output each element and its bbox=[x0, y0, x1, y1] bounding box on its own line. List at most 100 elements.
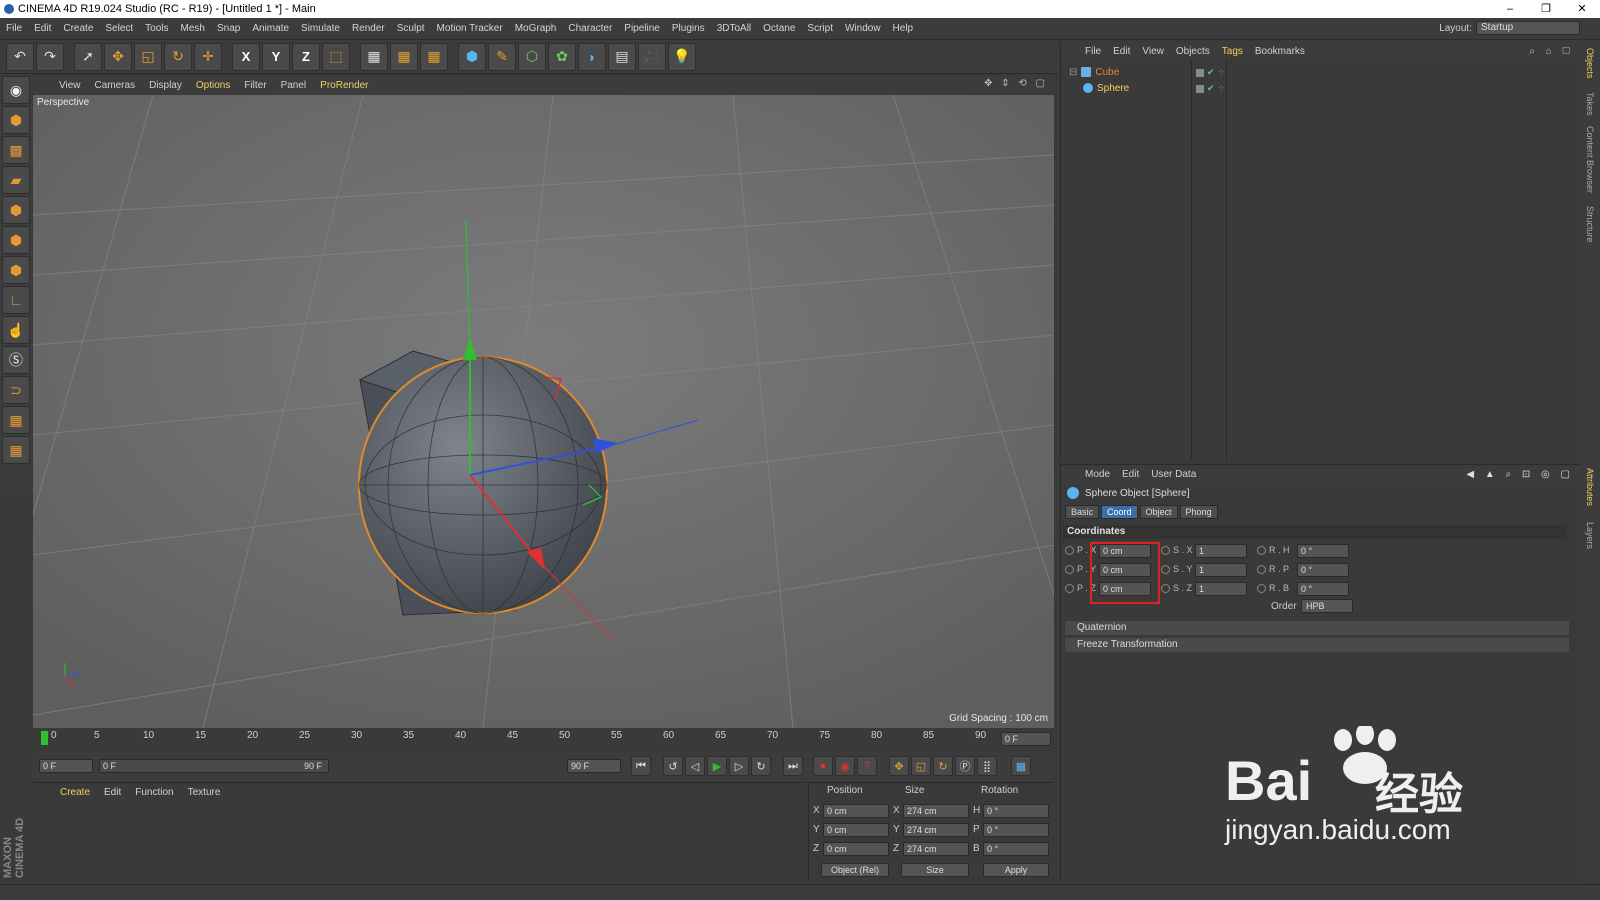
material-manager[interactable]: Create Edit Function Texture bbox=[33, 782, 806, 882]
menu-tools[interactable]: Tools bbox=[139, 23, 174, 34]
coord-pos-y-field[interactable]: 0 cm bbox=[823, 823, 889, 837]
attr-menu-mode[interactable]: Mode bbox=[1079, 469, 1116, 480]
quaternion-group[interactable]: Quaternion bbox=[1065, 621, 1569, 635]
viewport-menu-filter[interactable]: Filter bbox=[237, 80, 273, 91]
subdivision-surface-icon[interactable]: ⬡ bbox=[518, 42, 546, 71]
array-generator-icon[interactable]: ✿ bbox=[548, 42, 576, 71]
live-selection-icon[interactable]: ➚ bbox=[74, 42, 102, 71]
tag-icon[interactable]: ⁘ bbox=[1218, 83, 1226, 94]
redo-icon[interactable]: ↷ bbox=[36, 42, 64, 71]
sphere-object[interactable] bbox=[358, 356, 608, 614]
apply-button[interactable]: Apply bbox=[983, 863, 1049, 877]
cube-object-icon[interactable]: ⬢ bbox=[458, 42, 486, 71]
menu-plugins[interactable]: Plugins bbox=[666, 23, 711, 34]
animate-radio[interactable] bbox=[1257, 565, 1266, 574]
menu-render[interactable]: Render bbox=[346, 23, 391, 34]
material-menu-edit[interactable]: Edit bbox=[97, 787, 128, 798]
coord-mode-select[interactable]: Object (Rel) bbox=[821, 863, 889, 877]
object-row-cube[interactable]: ⊟ Cube bbox=[1069, 64, 1119, 80]
render-picture-viewer-icon[interactable]: ▦ bbox=[390, 42, 418, 71]
render-settings-icon[interactable]: ▦ bbox=[420, 42, 448, 71]
max-frame-field[interactable]: 90 F bbox=[567, 759, 621, 773]
coord-pos-x-field[interactable]: 0 cm bbox=[823, 804, 889, 818]
floor-object-icon[interactable]: ▤ bbox=[608, 42, 636, 71]
animate-radio[interactable] bbox=[1065, 565, 1074, 574]
goto-prev-key-icon[interactable]: ↺ bbox=[663, 756, 683, 776]
timeline-ruler[interactable]: 0 5 10 15 20 25 30 35 40 45 50 55 60 65 … bbox=[33, 730, 1054, 750]
tweak-mode-icon[interactable]: ☝ bbox=[2, 316, 30, 344]
menu-create[interactable]: Create bbox=[57, 23, 99, 34]
scale-tool-icon[interactable]: ◱ bbox=[134, 42, 162, 71]
make-editable-icon[interactable]: ◉ bbox=[2, 76, 30, 104]
menu-snap[interactable]: Snap bbox=[211, 23, 246, 34]
menu-3dtoall[interactable]: 3DToAll bbox=[711, 23, 757, 34]
snapping-icon[interactable]: Ⓢ bbox=[2, 346, 30, 374]
coord-size-y-field[interactable]: 274 cm bbox=[903, 823, 969, 837]
menu-help[interactable]: Help bbox=[887, 23, 920, 34]
animate-radio[interactable] bbox=[1065, 546, 1074, 555]
current-frame-field[interactable]: 0 F bbox=[39, 759, 93, 773]
close-button[interactable]: ✕ bbox=[1564, 0, 1600, 18]
magnet-icon[interactable]: ⊃ bbox=[2, 376, 30, 404]
camera-object-icon[interactable]: 🎥 bbox=[638, 42, 666, 71]
key-position-icon[interactable]: ✥ bbox=[889, 756, 909, 776]
workplane-lock-icon[interactable]: ▦ bbox=[2, 406, 30, 434]
viewport-menu-prorender[interactable]: ProRender bbox=[313, 80, 375, 91]
planar-workplane-icon[interactable]: ▦ bbox=[2, 436, 30, 464]
y-axis-lock-button[interactable]: Y bbox=[262, 42, 290, 71]
move-tool-icon[interactable]: ✥ bbox=[104, 42, 132, 71]
axis-mode-icon[interactable]: ∟ bbox=[2, 286, 30, 314]
r-h-field[interactable]: 0 ° bbox=[1297, 544, 1349, 558]
object-name-sphere[interactable]: Sphere bbox=[1097, 83, 1129, 94]
x-axis-lock-button[interactable]: X bbox=[232, 42, 260, 71]
model-mode-icon[interactable]: ⬢ bbox=[2, 106, 30, 134]
side-tab-takes[interactable]: Takes bbox=[1585, 92, 1595, 116]
menu-file[interactable]: File bbox=[0, 23, 28, 34]
enabled-check-icon[interactable]: ✔ bbox=[1207, 83, 1215, 94]
z-axis-lock-button[interactable]: Z bbox=[292, 42, 320, 71]
material-menu-function[interactable]: Function bbox=[128, 787, 180, 798]
layer-icon[interactable] bbox=[1196, 68, 1204, 77]
expand-icon[interactable]: ⊟ bbox=[1069, 67, 1077, 78]
tab-phong[interactable]: Phong bbox=[1179, 505, 1218, 519]
menu-mograph[interactable]: MoGraph bbox=[509, 23, 563, 34]
goto-prev-frame-icon[interactable]: ◁ bbox=[685, 756, 705, 776]
viewport-menu-panel[interactable]: Panel bbox=[274, 80, 314, 91]
menu-motion-tracker[interactable]: Motion Tracker bbox=[431, 23, 509, 34]
preview-range-slider[interactable]: 0 F 90 F bbox=[99, 759, 329, 773]
coord-pos-z-field[interactable]: 0 cm bbox=[823, 842, 889, 856]
tab-basic[interactable]: Basic bbox=[1065, 505, 1100, 519]
menu-simulate[interactable]: Simulate bbox=[295, 23, 346, 34]
rotate-tool-icon[interactable]: ↻ bbox=[164, 42, 192, 71]
freeze-transformation-group[interactable]: Freeze Transformation bbox=[1065, 638, 1569, 652]
menu-script[interactable]: Script bbox=[801, 23, 839, 34]
material-menu-create[interactable]: Create bbox=[53, 787, 97, 798]
attr-menu-edit[interactable]: Edit bbox=[1116, 469, 1145, 480]
cube-visibility-tags[interactable]: ✔ ⁘ bbox=[1196, 67, 1225, 78]
goto-end-icon[interactable]: ⏭ bbox=[783, 756, 803, 776]
texture-mode-icon[interactable]: ▩ bbox=[2, 136, 30, 164]
attr-menu-user-data[interactable]: User Data bbox=[1145, 469, 1202, 480]
points-mode-icon[interactable]: ⬢ bbox=[2, 196, 30, 224]
objmgr-menu-edit[interactable]: Edit bbox=[1107, 46, 1136, 57]
keyframe-selection-icon[interactable]: ? bbox=[857, 756, 877, 776]
3d-viewport[interactable]: Perspective Grid Spacing : 100 cm bbox=[33, 95, 1054, 728]
viewport-nav-icons[interactable]: ✥ ⇕ ⟲ ▢ bbox=[984, 78, 1048, 89]
objmgr-menu-file[interactable]: File bbox=[1079, 46, 1107, 57]
menu-character[interactable]: Character bbox=[562, 23, 618, 34]
record-active-icon[interactable]: ● bbox=[813, 756, 833, 776]
s-z-field[interactable]: 1 bbox=[1195, 582, 1247, 596]
restore-button[interactable]: ❐ bbox=[1528, 0, 1564, 18]
side-tab-objects[interactable]: Objects bbox=[1585, 48, 1595, 79]
object-row-sphere[interactable]: Sphere bbox=[1083, 80, 1129, 96]
key-scale-icon[interactable]: ◱ bbox=[911, 756, 931, 776]
animate-radio[interactable] bbox=[1257, 584, 1266, 593]
deformer-icon[interactable]: ◗ bbox=[578, 42, 606, 71]
tag-icon[interactable]: ⁘ bbox=[1218, 67, 1226, 78]
goto-next-frame-icon[interactable]: ▷ bbox=[729, 756, 749, 776]
playhead[interactable] bbox=[41, 731, 48, 745]
undo-icon[interactable]: ↶ bbox=[6, 42, 34, 71]
viewport-menu-options[interactable]: Options bbox=[189, 80, 237, 91]
layout-select[interactable]: Startup bbox=[1476, 21, 1580, 35]
menu-window[interactable]: Window bbox=[839, 23, 887, 34]
